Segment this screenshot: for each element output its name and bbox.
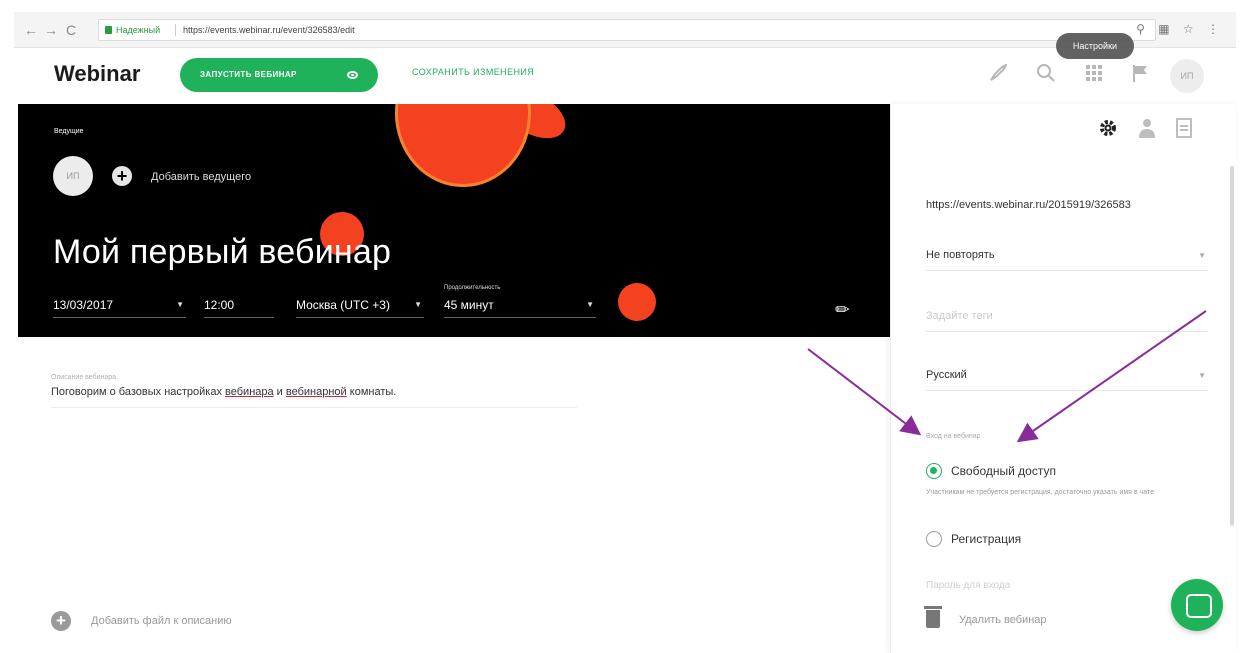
description-label: Описание вебинара <box>51 374 117 381</box>
apps-grid-icon[interactable] <box>1082 62 1106 86</box>
start-webinar-button[interactable]: ЗАПУСТИТЬ ВЕБИНАР <box>180 58 378 92</box>
document-icon[interactable] <box>1172 118 1196 144</box>
plus-icon[interactable]: + <box>51 611 71 631</box>
reload-icon[interactable]: C <box>66 21 76 39</box>
language-value: Русский <box>926 369 967 381</box>
language-select[interactable]: Русский ▼ <box>926 361 1208 391</box>
description-text: Поговорим о базовых настройках <box>51 386 226 398</box>
date-value: 13/03/2017 <box>53 298 114 312</box>
tags-input[interactable]: Задайте теги <box>926 302 1208 332</box>
description-input[interactable]: Поговорим о базовых настройках вебинара … <box>51 386 577 408</box>
app-header: Webinar ЗАПУСТИТЬ ВЕБИНАР СОХРАНИТЬ ИЗМЕ… <box>14 48 1236 104</box>
time-field[interactable]: 12:00 <box>204 290 274 318</box>
back-icon[interactable]: ← <box>24 21 38 39</box>
add-host-link[interactable]: Добавить ведущего <box>151 171 251 183</box>
lock-icon <box>105 26 112 34</box>
search-icon[interactable] <box>1034 62 1058 86</box>
duration-select[interactable]: 45 минут ▼ <box>444 290 596 318</box>
repeat-value: Не повторять <box>926 249 995 261</box>
description-misspelled-word: вебинарной <box>285 386 347 398</box>
chevron-down-icon: ▼ <box>176 300 184 309</box>
rocket-icon[interactable] <box>986 62 1010 86</box>
browser-toolbar: ← → C Надежный https://events.webinar.ru… <box>14 12 1236 48</box>
settings-tooltip: Настройки <box>1056 33 1134 59</box>
delete-webinar-button[interactable]: Удалить вебинар <box>959 614 1047 626</box>
chevron-down-icon: ▼ <box>414 300 422 309</box>
free-access-label[interactable]: Свободный доступ <box>951 464 1056 478</box>
address-separator <box>175 24 176 36</box>
password-input[interactable]: Пароль для входа <box>926 580 1010 591</box>
start-webinar-label: ЗАПУСТИТЬ ВЕБИНАР <box>200 70 297 79</box>
save-changes-button[interactable]: СОХРАНИТЬ ИЗМЕНЕНИЯ <box>412 67 534 77</box>
webinar-hero: Ведущие ИП + Добавить ведущего Мой первы… <box>18 104 890 337</box>
address-url[interactable]: https://events.webinar.ru/event/326583/e… <box>183 20 355 40</box>
description-text: и <box>273 386 286 398</box>
logo[interactable]: Webinar <box>54 61 140 87</box>
sidebar-scrollbar[interactable] <box>1230 166 1234 526</box>
browser-action-icons[interactable]: ⚲ ▦ ☆ ⋮ <box>1136 22 1224 36</box>
webinar-title[interactable]: Мой первый вебинар <box>53 233 391 272</box>
free-access-radio[interactable] <box>926 463 942 479</box>
tags-placeholder: Задайте теги <box>926 310 993 322</box>
chevron-down-icon: ▼ <box>586 300 594 309</box>
address-bar[interactable]: Надежный https://events.webinar.ru/event… <box>98 19 1156 41</box>
user-avatar[interactable]: ИП <box>1170 59 1204 93</box>
chevron-down-icon: ▼ <box>1198 371 1206 380</box>
timezone-value: Москва (UTC +3) <box>296 298 390 312</box>
duration-value: 45 минут <box>444 298 494 312</box>
registration-radio[interactable] <box>926 531 942 547</box>
decorative-blob <box>395 104 531 187</box>
edit-pencil-icon[interactable]: ✎ <box>831 298 855 322</box>
forward-icon[interactable]: → <box>44 21 58 39</box>
repeat-select[interactable]: Не повторять ▼ <box>926 241 1208 271</box>
time-value: 12:00 <box>204 298 235 312</box>
entry-label: Вход на вебинар <box>926 433 981 440</box>
flag-icon[interactable] <box>1128 62 1152 86</box>
person-icon[interactable] <box>1135 118 1159 146</box>
settings-sidebar: https://events.webinar.ru/2015919/326583… <box>890 104 1236 653</box>
webinar-link[interactable]: https://events.webinar.ru/2015919/326583 <box>926 199 1131 211</box>
date-field[interactable]: 13/03/2017 ▼ <box>53 290 186 318</box>
host-avatar[interactable]: ИП <box>53 156 93 196</box>
secure-label: Надежный <box>116 25 161 35</box>
description-misspelled-word: вебинара <box>225 386 274 398</box>
trash-icon[interactable] <box>924 606 942 628</box>
hosts-label: Ведущие <box>54 128 84 135</box>
eye-icon <box>347 71 358 79</box>
chevron-down-icon: ▼ <box>1198 251 1206 260</box>
plus-icon[interactable]: + <box>112 166 132 186</box>
gear-icon[interactable] <box>1096 118 1120 144</box>
description-text: комнаты. <box>346 386 397 398</box>
timezone-select[interactable]: Москва (UTC +3) ▼ <box>296 290 424 318</box>
chat-support-button[interactable] <box>1171 579 1223 631</box>
registration-label[interactable]: Регистрация <box>951 532 1021 546</box>
free-access-hint: Участникам не требуется регистрация, дос… <box>926 489 1154 496</box>
add-file-link[interactable]: Добавить файл к описанию <box>91 615 232 627</box>
decorative-blob <box>618 283 656 321</box>
